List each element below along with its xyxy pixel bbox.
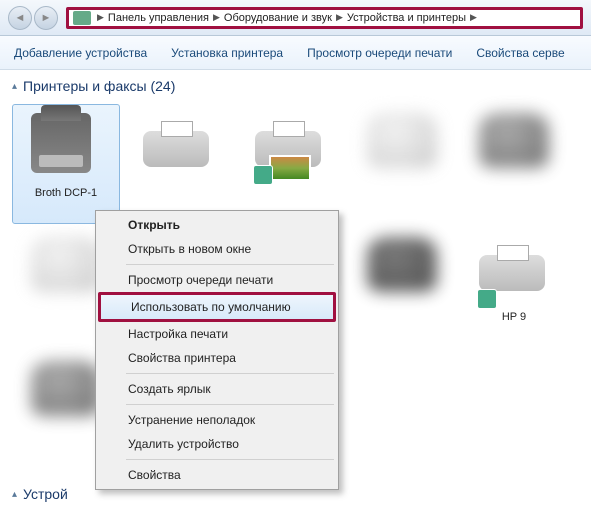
printer-inkjet-icon [143, 113, 213, 183]
menu-troubleshoot[interactable]: Устранение неполадок [98, 408, 336, 432]
toolbar: Добавление устройства Установка принтера… [0, 36, 591, 70]
chevron-down-icon: ▴ [12, 81, 17, 92]
printer-inkjet-icon [479, 237, 549, 307]
menu-print-prefs[interactable]: Настройка печати [98, 322, 336, 346]
status-badge-icon [477, 289, 497, 309]
printer-icon [479, 113, 549, 183]
view-queue-button[interactable]: Просмотр очереди печати [307, 46, 452, 60]
printer-icon [367, 237, 437, 307]
status-badge-icon [253, 165, 273, 185]
chevron-right-icon: ▶ [332, 12, 347, 23]
printer-item[interactable] [124, 104, 232, 224]
printer-icon [367, 113, 437, 183]
chevron-right-icon: ▶ [209, 12, 224, 23]
menu-open[interactable]: Открыть [98, 213, 336, 237]
menu-remove-device[interactable]: Удалить устройство [98, 432, 336, 456]
printer-icon [31, 237, 101, 307]
menu-view-queue[interactable]: Просмотр очереди печати [98, 268, 336, 292]
printer-photo-icon [255, 113, 325, 183]
add-device-button[interactable]: Добавление устройства [14, 46, 147, 60]
nav-buttons: ◄ ► [8, 6, 58, 30]
menu-separator [126, 459, 334, 460]
menu-separator [126, 404, 334, 405]
breadcrumb[interactable]: ▶ Панель управления ▶ Оборудование и зву… [66, 7, 583, 29]
server-properties-button[interactable]: Свойства серве [476, 46, 564, 60]
chevron-down-icon: ▴ [12, 489, 17, 500]
section-title: Устрой [23, 486, 68, 502]
printer-item[interactable]: HP 9 [460, 228, 568, 348]
printer-item-blurred[interactable] [348, 228, 456, 348]
printer-item-selected[interactable]: Broth DCP-1 [12, 104, 120, 224]
add-printer-button[interactable]: Установка принтера [171, 46, 283, 60]
section-header-printers[interactable]: ▴ Принтеры и факсы (24) [12, 78, 579, 94]
menu-open-new-window[interactable]: Открыть в новом окне [98, 237, 336, 261]
printer-item-blurred[interactable] [348, 104, 456, 224]
address-bar: ◄ ► ▶ Панель управления ▶ Оборудование и… [0, 0, 591, 36]
menu-set-default[interactable]: Использовать по умолчанию [98, 292, 336, 322]
menu-separator [126, 373, 334, 374]
printer-icon [31, 361, 101, 431]
printer-mfp-icon [31, 113, 101, 183]
menu-separator [126, 264, 334, 265]
breadcrumb-item[interactable]: Оборудование и звук [224, 12, 332, 24]
context-menu: Открыть Открыть в новом окне Просмотр оч… [95, 210, 339, 490]
breadcrumb-item[interactable]: Устройства и принтеры [347, 12, 466, 24]
location-icon [73, 11, 91, 25]
breadcrumb-item[interactable]: Панель управления [108, 12, 209, 24]
menu-create-shortcut[interactable]: Создать ярлык [98, 377, 336, 401]
forward-button[interactable]: ► [34, 6, 58, 30]
chevron-right-icon: ▶ [93, 12, 108, 23]
device-label: HP 9 [502, 311, 526, 324]
menu-printer-props[interactable]: Свойства принтера [98, 346, 336, 370]
device-label: Broth DCP-1 [35, 187, 97, 200]
back-button[interactable]: ◄ [8, 6, 32, 30]
chevron-right-icon: ▶ [466, 12, 481, 23]
menu-properties[interactable]: Свойства [98, 463, 336, 487]
printer-item[interactable] [236, 104, 344, 224]
printer-item-blurred[interactable] [460, 104, 568, 224]
section-title: Принтеры и факсы (24) [23, 78, 175, 94]
